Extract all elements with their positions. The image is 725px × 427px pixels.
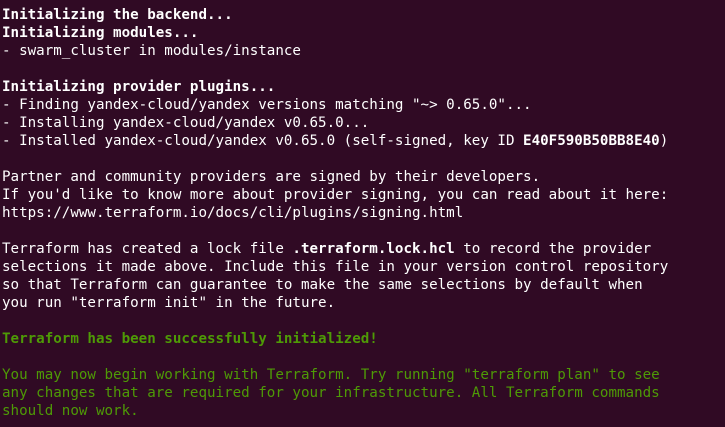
module-line: - swarm_cluster in modules/instance <box>2 43 301 59</box>
plugin-installed-line: - Installed yandex-cloud/yandex v0.65.0 … <box>2 132 725 150</box>
plugin-installed-suffix: ) <box>659 133 669 149</box>
lock-file-name: .terraform.lock.hcl <box>292 241 455 257</box>
terminal-output[interactable]: Initializing the backend... Initializing… <box>0 0 725 427</box>
lock-line-3: so that Terraform can guarantee to make … <box>2 277 643 293</box>
partner-line-2: If you'd like to know more about provide… <box>2 187 669 203</box>
partner-link[interactable]: https://www.terraform.io/docs/cli/plugin… <box>2 204 725 222</box>
init-backend-line: Initializing the backend... <box>2 7 233 23</box>
plugin-install-line: - Installing yandex-cloud/yandex v0.65.0… <box>2 115 370 131</box>
init-plugins-line: Initializing provider plugins... <box>2 79 276 95</box>
plugin-key-id: E40F590B50BB8E40 <box>523 133 660 149</box>
init-modules-line: Initializing modules... <box>2 25 199 41</box>
lock-line-2: selections it made above. Include this f… <box>2 259 669 275</box>
lock-line-1: Terraform has created a lock file .terra… <box>2 240 725 258</box>
next-steps-line-2: any changes that are required for your i… <box>2 385 660 401</box>
plugin-installed-prefix: - Installed yandex-cloud/yandex v0.65.0 … <box>2 133 524 149</box>
lock-line-1-suffix: to record the provider <box>454 241 652 257</box>
partner-line-1: Partner and community providers are sign… <box>2 169 541 185</box>
plugin-find-line: - Finding yandex-cloud/yandex versions m… <box>2 97 532 113</box>
next-steps-line-3: should now work. <box>2 403 139 419</box>
success-message: Terraform has been successfully initiali… <box>2 331 378 347</box>
lock-line-4: you run "terraform init" in the future. <box>2 295 336 311</box>
lock-line-1-prefix: Terraform has created a lock file <box>2 241 293 257</box>
next-steps-line-1: You may now begin working with Terraform… <box>2 367 660 383</box>
